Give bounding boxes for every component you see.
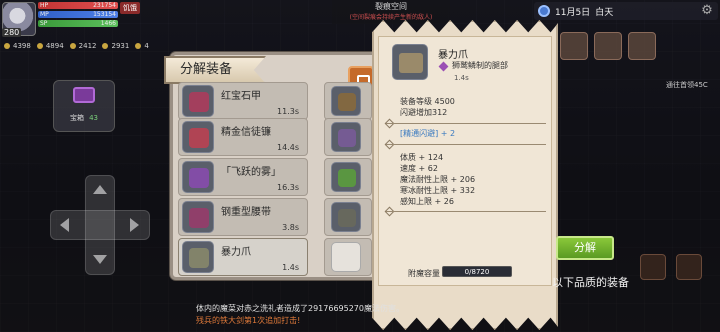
grade-filter-text: 以下品质的装备: [552, 276, 629, 289]
tooltip-divider: [386, 211, 546, 212]
item-time: 3.8s: [282, 223, 299, 232]
list-item-selected[interactable]: 暴力爪 1.4s: [178, 238, 308, 276]
tooltip-item-name: 暴力爪: [438, 50, 468, 61]
arrow-right-icon[interactable]: [130, 218, 139, 232]
character-icon[interactable]: [628, 32, 656, 60]
arrow-down-icon[interactable]: [93, 255, 107, 264]
tooltip-divider: [386, 144, 546, 145]
player-level: 280: [2, 28, 22, 37]
tooltip-stat: 魔法耐性上限 + 206: [400, 175, 476, 184]
capacity-label: 附魔容量: [408, 269, 440, 278]
resource-counter: 2931: [102, 42, 129, 50]
item-name: 红宝石甲: [221, 91, 261, 102]
resource-counter: 4894: [36, 42, 64, 50]
list-item[interactable]: 钢重型腰带 3.8s: [178, 198, 308, 236]
arrow-left-icon[interactable]: [60, 218, 69, 232]
item-name: 钢重型腰带: [221, 207, 271, 218]
treasure-label: 宝箱: [69, 114, 84, 122]
day-phase: 白天: [595, 7, 614, 18]
grid-cell[interactable]: [324, 158, 372, 196]
tooltip-special: [精通闪避] + 2: [400, 129, 456, 138]
tooltip-stat: 寒冰耐性上限 + 332: [400, 186, 476, 195]
equipment-icon: [182, 201, 214, 233]
skill-icon[interactable]: [676, 254, 702, 280]
arrow-up-icon[interactable]: [93, 185, 107, 194]
date-bar: 11月5日 白天: [534, 2, 718, 20]
equipment-icon: [331, 162, 361, 192]
grid-cell-empty[interactable]: [324, 238, 372, 276]
sword-icon[interactable]: [640, 254, 666, 280]
list-item[interactable]: 「飞跃的雾」 16.3s: [178, 158, 308, 196]
mp-value: 153154: [93, 11, 116, 18]
log-line: 体内的魔菜对赤之洗礼者造成了29176695270魔法伤害。: [196, 304, 404, 313]
treasure-box-button[interactable]: 宝箱 43: [53, 80, 115, 132]
equipment-icon: [182, 241, 214, 273]
capacity-bar: 0/8720: [442, 266, 512, 277]
hp-value: 231754: [93, 2, 116, 9]
equipment-icon: [182, 161, 214, 193]
item-name: 暴力爪: [221, 247, 251, 258]
combat-log: 体内的魔菜对赤之洗礼者造成了29176695270魔法伤害。 残兵的铁大剑第1次…: [196, 303, 404, 327]
list-item[interactable]: 红宝石甲 11.3s: [178, 82, 308, 120]
resource-counter: 4398: [4, 42, 31, 50]
zone-banner: 裂痕空间 (空间裂痕会持续产生新的敌人): [332, 0, 450, 24]
dpad[interactable]: [50, 175, 150, 275]
tooltip-item-icon: [392, 44, 428, 80]
zone-name: 裂痕空间: [375, 2, 407, 11]
tooltip-divider: [386, 123, 546, 124]
hp-bar: HP 231754: [38, 2, 118, 9]
treasure-count: 43: [89, 114, 98, 122]
tooltip-item-subtitle: 狮鹫鳞制的腿部: [452, 61, 508, 70]
equipment-icon: [182, 85, 214, 117]
item-name: 「飞跃的雾」: [221, 167, 281, 178]
equipment-icon: [331, 202, 361, 232]
equipment-icon: [331, 86, 361, 116]
resource-counters: 4398 4894 2412 2931 4: [4, 42, 149, 50]
equipment-icon: [331, 122, 361, 152]
list-item[interactable]: 精金信徒镰 14.4s: [178, 118, 308, 156]
tooltip-stat: 速度 + 62: [400, 164, 438, 173]
tooltip-stat: 体质 + 124: [400, 153, 444, 162]
sun-icon: [538, 5, 550, 17]
item-time: 1.4s: [282, 263, 299, 272]
resource-counter: 4: [135, 42, 149, 50]
zone-notice: (空间裂痕会持续产生新的敌人): [349, 14, 433, 21]
player-status-panel: 280 HP 231754 MP 153154 SP 1466 饥饿: [0, 0, 150, 40]
grid-cell[interactable]: [324, 82, 372, 120]
sp-value: 1466: [100, 20, 116, 27]
tooltip-stat: 感知上限 + 26: [400, 197, 454, 206]
status-chip: 饥饿: [120, 2, 140, 14]
equipment-icon: [182, 121, 214, 153]
treasure-chest-icon: [73, 87, 95, 103]
decompose-title: 分解装备: [164, 56, 266, 84]
teleport-label[interactable]: 通往首领45C: [666, 80, 708, 90]
menu-icon[interactable]: [560, 32, 588, 60]
item-time: 11.3s: [277, 107, 299, 116]
item-time: 14.4s: [277, 143, 299, 152]
item-time: 16.3s: [277, 183, 299, 192]
shop-icon[interactable]: [594, 32, 622, 60]
empty-slot: [331, 242, 361, 272]
sp-bar: SP 1466: [38, 20, 118, 27]
gear-icon[interactable]: ⚙: [699, 3, 715, 19]
tooltip-req-level: 装备等级 4500: [400, 97, 455, 106]
date-text: 11月5日: [555, 7, 591, 18]
item-name: 精金信徒镰: [221, 127, 271, 138]
resource-counter: 2412: [69, 42, 96, 50]
mp-bar: MP 153154: [38, 11, 118, 18]
grid-cell[interactable]: [324, 198, 372, 236]
log-line: 残兵的铁大剑第1次追加打击!: [196, 316, 301, 325]
grid-cell[interactable]: [324, 118, 372, 156]
tooltip-dodge: 闪避增加312: [400, 108, 448, 117]
tooltip-item-time: 1.4s: [454, 74, 469, 82]
